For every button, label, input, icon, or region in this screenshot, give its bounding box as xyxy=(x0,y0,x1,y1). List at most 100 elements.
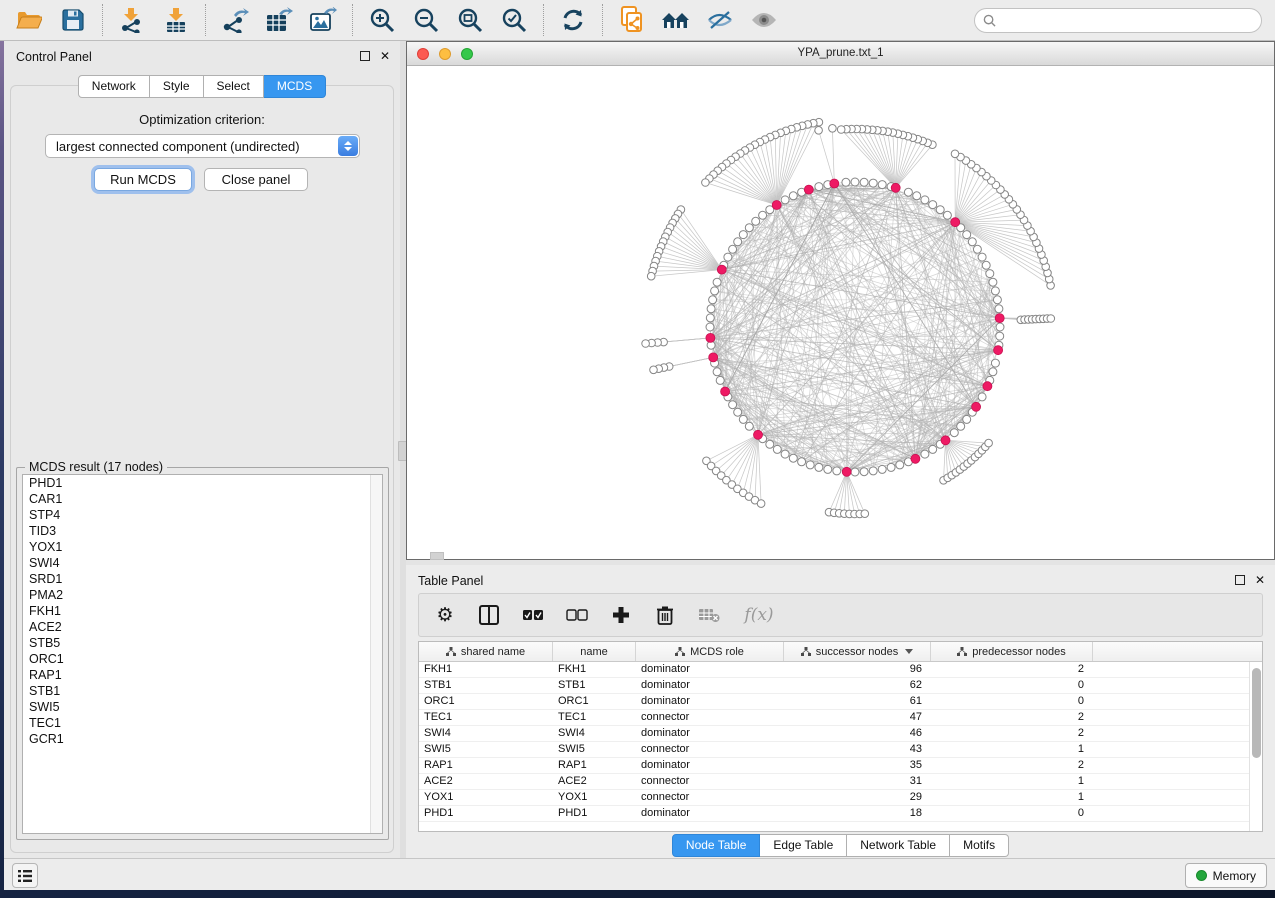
network-node[interactable] xyxy=(978,393,986,401)
network-node[interactable] xyxy=(993,296,1001,304)
network-node[interactable] xyxy=(989,278,997,286)
mcds-hub-node[interactable] xyxy=(772,201,781,210)
network-node[interactable] xyxy=(991,287,999,295)
column-header-shared-name[interactable]: shared name xyxy=(419,642,553,661)
column-header-MCDS-role[interactable]: MCDS role xyxy=(636,642,784,661)
network-node[interactable] xyxy=(745,422,753,430)
network-leaf-node[interactable] xyxy=(650,366,658,374)
network-node[interactable] xyxy=(798,458,806,466)
show-all-icon[interactable] xyxy=(749,5,779,35)
mcds-result-item[interactable]: TEC1 xyxy=(23,715,382,731)
network-node[interactable] xyxy=(745,224,753,232)
mcds-result-item[interactable]: SWI5 xyxy=(23,699,382,715)
network-node[interactable] xyxy=(957,422,965,430)
network-node[interactable] xyxy=(713,368,721,376)
criterion-select[interactable]: largest connected component (undirected) xyxy=(45,134,360,158)
mcds-hub-node[interactable] xyxy=(830,179,839,188)
network-node[interactable] xyxy=(766,440,774,448)
network-leaf-node[interactable] xyxy=(837,126,845,134)
network-node[interactable] xyxy=(789,454,797,462)
mcds-hub-node[interactable] xyxy=(804,185,813,194)
network-node[interactable] xyxy=(929,201,937,209)
mcds-hub-node[interactable] xyxy=(721,387,730,396)
network-leaf-node[interactable] xyxy=(815,127,823,135)
column-header-name[interactable]: name xyxy=(553,642,636,661)
table-row[interactable]: FKH1FKH1dominator962 xyxy=(419,662,1249,678)
network-node[interactable] xyxy=(729,401,737,409)
network-node[interactable] xyxy=(869,179,877,187)
network-node[interactable] xyxy=(824,465,832,473)
import-network-icon[interactable] xyxy=(117,5,147,35)
network-node[interactable] xyxy=(982,261,990,269)
network-node[interactable] xyxy=(713,278,721,286)
network-node[interactable] xyxy=(929,445,937,453)
zoom-in-icon[interactable] xyxy=(367,5,397,35)
zoom-out-icon[interactable] xyxy=(411,5,441,35)
network-node[interactable] xyxy=(943,211,951,219)
import-table-icon[interactable] xyxy=(161,5,191,35)
close-window-icon[interactable]: ✕ xyxy=(380,49,390,63)
network-node[interactable] xyxy=(996,332,1004,340)
network-node[interactable] xyxy=(709,296,717,304)
mcds-result-item[interactable]: STP4 xyxy=(23,507,382,523)
column-header-successor-nodes[interactable]: successor nodes xyxy=(784,642,931,661)
network-node[interactable] xyxy=(968,238,976,246)
network-node[interactable] xyxy=(716,376,724,384)
mcds-result-item[interactable]: YOX1 xyxy=(23,539,382,555)
mcds-result-item[interactable]: RAP1 xyxy=(23,667,382,683)
network-node[interactable] xyxy=(734,408,742,416)
network-node[interactable] xyxy=(860,468,868,476)
first-neighbors-icon[interactable] xyxy=(661,5,691,35)
network-leaf-node[interactable] xyxy=(951,150,959,158)
network-node[interactable] xyxy=(996,323,1004,331)
mcds-result-item[interactable]: GCR1 xyxy=(23,731,382,747)
function-icon[interactable]: f(x) xyxy=(741,603,777,627)
mcds-result-list[interactable]: PHD1CAR1STP4TID3YOX1SWI4SRD1PMA2FKH1ACE2… xyxy=(22,474,383,834)
network-node[interactable] xyxy=(851,468,859,476)
mcds-hub-node[interactable] xyxy=(891,183,900,192)
table-scrollbar[interactable] xyxy=(1249,662,1262,831)
mcds-result-item[interactable]: ORC1 xyxy=(23,651,382,667)
mcds-result-item[interactable]: CAR1 xyxy=(23,491,382,507)
run-mcds-button[interactable]: Run MCDS xyxy=(94,168,192,191)
network-node[interactable] xyxy=(706,314,714,322)
memory-button[interactable]: Memory xyxy=(1185,863,1267,888)
tab-select[interactable]: Select xyxy=(204,75,264,98)
table-row[interactable]: SWI5SWI5connector431 xyxy=(419,742,1249,758)
mcds-result-item[interactable]: ACE2 xyxy=(23,619,382,635)
zoom-fit-icon[interactable] xyxy=(455,5,485,35)
network-node[interactable] xyxy=(706,323,714,331)
network-node[interactable] xyxy=(921,196,929,204)
network-node[interactable] xyxy=(739,231,747,239)
mcds-hub-node[interactable] xyxy=(972,402,981,411)
table-row[interactable]: YOX1YOX1connector291 xyxy=(419,790,1249,806)
float-window-icon[interactable] xyxy=(1235,575,1245,585)
mcds-result-item[interactable]: SWI4 xyxy=(23,555,382,571)
network-node[interactable] xyxy=(936,206,944,214)
network-leaf-node[interactable] xyxy=(642,340,650,348)
table-row[interactable]: SWI4SWI4dominator462 xyxy=(419,726,1249,742)
network-node[interactable] xyxy=(851,178,859,186)
column-header-predecessor-nodes[interactable]: predecessor nodes xyxy=(931,642,1093,661)
horizontal-splitter-grip[interactable] xyxy=(430,552,444,560)
tab-edge-table[interactable]: Edge Table xyxy=(760,834,847,857)
float-window-icon[interactable] xyxy=(360,51,370,61)
mcds-hub-node[interactable] xyxy=(941,436,950,445)
mcds-hub-node[interactable] xyxy=(911,454,920,463)
network-node[interactable] xyxy=(711,287,719,295)
network-node[interactable] xyxy=(913,192,921,200)
export-image-icon[interactable] xyxy=(308,5,338,35)
network-node[interactable] xyxy=(963,415,971,423)
network-node[interactable] xyxy=(995,305,1003,313)
deselect-all-icon[interactable] xyxy=(565,603,589,627)
share-document-icon[interactable] xyxy=(617,5,647,35)
network-titlebar[interactable]: YPA_prune.txt_1 xyxy=(407,42,1274,66)
mcds-result-item[interactable]: PHD1 xyxy=(23,475,382,491)
mcds-hub-node[interactable] xyxy=(842,467,851,476)
search-box[interactable] xyxy=(974,8,1262,33)
network-node[interactable] xyxy=(950,429,958,437)
network-node[interactable] xyxy=(752,217,760,225)
mcds-hub-node[interactable] xyxy=(754,430,763,439)
network-node[interactable] xyxy=(963,231,971,239)
network-leaf-node[interactable] xyxy=(829,125,837,133)
